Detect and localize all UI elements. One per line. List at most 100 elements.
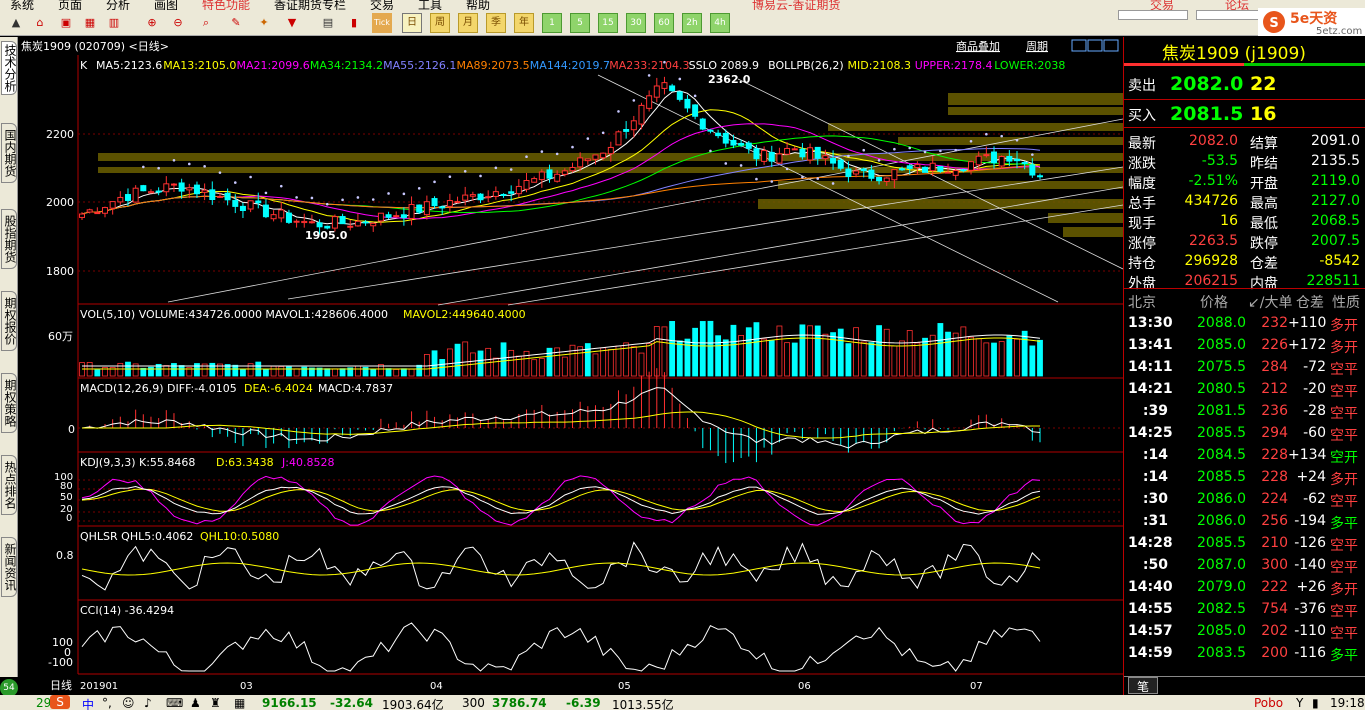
- tick-oi-change: -72: [1303, 359, 1326, 375]
- grid-icon[interactable]: ▦: [234, 696, 245, 710]
- period-2h-button[interactable]: 2h: [682, 13, 702, 33]
- trade-button[interactable]: [1118, 10, 1188, 20]
- pobo-label: Pobo: [1254, 696, 1284, 710]
- candle-body: [692, 104, 699, 117]
- menu-draw[interactable]: 画图: [154, 0, 178, 10]
- period-4h-button[interactable]: 4h: [710, 13, 730, 33]
- candle-body: [868, 169, 875, 179]
- tick-row: :31 2086.0 256 -194 多平: [1124, 511, 1365, 532]
- menu-system[interactable]: 系统: [10, 0, 34, 10]
- tick-type: 空平: [1330, 626, 1358, 642]
- sar-dot: [862, 148, 866, 152]
- sar-dot: [893, 147, 896, 151]
- tab-technical-analysis[interactable]: 技术分析: [1, 41, 17, 95]
- period-day-button[interactable]: 日: [402, 13, 422, 33]
- menu-trade[interactable]: 交易: [370, 0, 394, 10]
- volume-bar: [561, 356, 568, 377]
- period-week-button[interactable]: 周: [430, 13, 450, 33]
- sar-dot: [295, 196, 298, 199]
- tick-icon[interactable]: Tick: [372, 13, 392, 33]
- sar-dot: [1015, 138, 1019, 142]
- tab-domestic-futures[interactable]: 国内期货: [1, 123, 17, 183]
- volume-bar: [960, 326, 967, 377]
- menu-column[interactable]: 香证期货专栏: [274, 0, 346, 10]
- tab-trades[interactable]: 笔: [1128, 677, 1158, 694]
- period-season-button[interactable]: 季: [486, 13, 506, 33]
- user-icon[interactable]: ♟: [190, 696, 201, 710]
- ad-text[interactable]: 博易云-香证期货: [752, 0, 840, 10]
- tab-options-quote[interactable]: 期权报价: [1, 291, 17, 351]
- tick-time: 14:55: [1128, 601, 1173, 617]
- sar-dot: [755, 177, 758, 181]
- sar-dot: [847, 154, 850, 158]
- candle-body: [837, 159, 844, 169]
- volume-bar: [324, 368, 331, 377]
- ma-legend-8: SSLO 2089.9: [689, 59, 759, 72]
- candle-body: [492, 191, 499, 197]
- menu-page[interactable]: 页面: [58, 0, 82, 10]
- tick-row: 14:40 2079.0 222 +26 多开: [1124, 577, 1365, 598]
- tick-type: 空平: [1330, 428, 1358, 444]
- tab-options-strategy[interactable]: 期权策略: [1, 373, 17, 433]
- chart-icon[interactable]: ▥: [104, 13, 124, 33]
- mic-icon[interactable]: ♪: [144, 696, 152, 710]
- tab-index-futures[interactable]: 股指期货: [1, 209, 17, 269]
- tick-time: 14:28: [1128, 535, 1173, 551]
- candle-body: [147, 191, 154, 194]
- filter-icon[interactable]: ▼: [282, 13, 302, 33]
- left-tabs: 技术分析 国内期货 股指期货 期权报价 期权策略 热点排名 新闻资讯 54: [0, 37, 18, 697]
- period-1min-button[interactable]: 1: [542, 13, 562, 33]
- forum-button[interactable]: [1196, 10, 1266, 20]
- ime-icon[interactable]: 中: [82, 696, 94, 710]
- menu-tools[interactable]: 工具: [418, 0, 442, 10]
- index2-amount: 1013.55亿: [612, 698, 674, 710]
- forum-link[interactable]: 论坛: [1225, 0, 1249, 10]
- tick-time: 14:59: [1128, 645, 1173, 661]
- menu-help[interactable]: 帮助: [466, 0, 490, 10]
- tick-time: 14:40: [1128, 579, 1173, 595]
- quote-icon[interactable]: ▦: [80, 13, 100, 33]
- up-arrow-icon[interactable]: ▲: [6, 13, 26, 33]
- period-year-button[interactable]: 年: [514, 13, 534, 33]
- candle-body: [324, 225, 331, 229]
- chart-svg[interactable]: 焦炭1909 (020709) <日线> 商品叠加 周期 K MA5:2123.…: [18, 37, 1124, 695]
- punct-icon[interactable]: °,: [102, 696, 112, 710]
- sar-dot: [509, 168, 513, 171]
- zoom-out-icon[interactable]: ⊖: [168, 13, 188, 33]
- pen-icon[interactable]: ✎: [226, 13, 246, 33]
- chart-area[interactable]: 焦炭1909 (020709) <日线> 商品叠加 周期 K MA5:2123.…: [18, 37, 1124, 695]
- brush-icon[interactable]: ✦: [254, 13, 274, 33]
- sar-dot: [969, 139, 973, 143]
- window-icon[interactable]: ▣: [56, 13, 76, 33]
- menu-features[interactable]: 特色功能: [202, 0, 250, 10]
- search-icon[interactable]: ⌕: [196, 13, 216, 33]
- emoji-icon[interactable]: ☺: [122, 696, 135, 710]
- zoom-in-icon[interactable]: ⊕: [142, 13, 162, 33]
- tab-hot-ranking[interactable]: 热点排名: [1, 455, 17, 515]
- table-icon[interactable]: ▤: [318, 13, 338, 33]
- sar-dot: [693, 94, 697, 98]
- candle-body: [860, 168, 867, 172]
- menu-analysis[interactable]: 分析: [106, 0, 130, 10]
- x-tick-apr: 04: [430, 681, 443, 692]
- period-60min-button[interactable]: 60: [654, 13, 674, 33]
- home-icon[interactable]: ⌂: [30, 13, 50, 33]
- filter-status-icon[interactable]: Y: [1296, 696, 1303, 710]
- stat-value: 16: [1220, 213, 1238, 229]
- sogou-icon[interactable]: S: [50, 695, 70, 709]
- tab-news[interactable]: 新闻资讯: [1, 537, 17, 597]
- sar-dot: [325, 202, 329, 206]
- period-15min-button[interactable]: 15: [598, 13, 618, 33]
- period-5min-button[interactable]: 5: [570, 13, 590, 33]
- sar-dot: [172, 158, 176, 162]
- bar-chart-icon[interactable]: ▮: [344, 13, 364, 33]
- tick-col-oi: 仓差: [1296, 295, 1324, 311]
- volume-bar: [423, 354, 430, 377]
- trade-link[interactable]: 交易: [1150, 0, 1174, 10]
- period-30min-button[interactable]: 30: [626, 13, 646, 33]
- shirt-icon[interactable]: ♜: [210, 696, 221, 710]
- stat-value: 2135.5: [1311, 153, 1360, 169]
- candle-body: [469, 194, 476, 197]
- keyboard-icon[interactable]: ⌨: [166, 696, 183, 710]
- period-month-button[interactable]: 月: [458, 13, 478, 33]
